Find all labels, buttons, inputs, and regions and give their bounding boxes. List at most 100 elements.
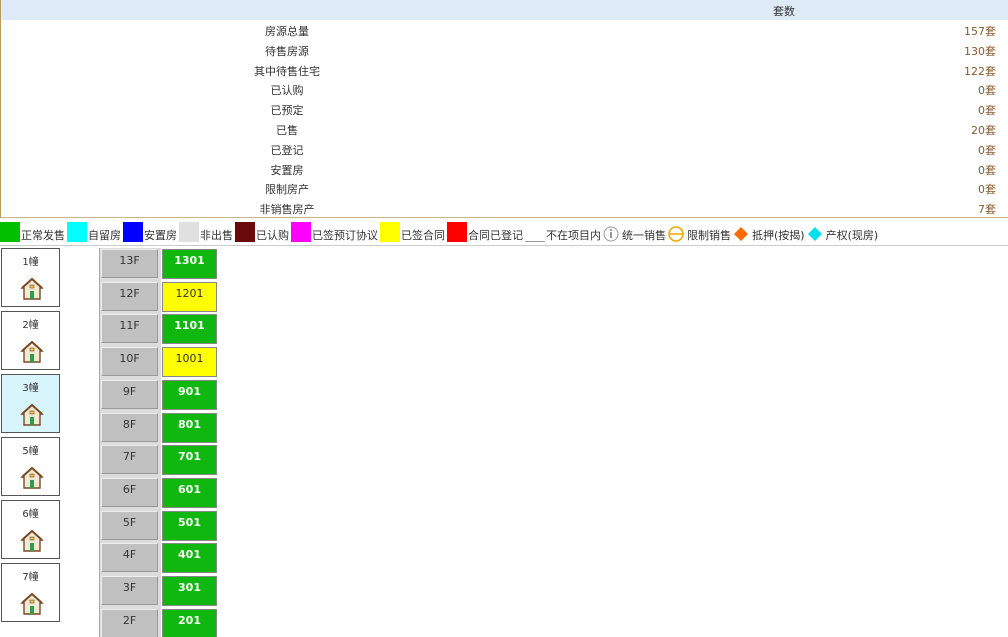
legend-label: 已签合同 [401, 229, 445, 242]
floor-label[interactable]: 10F [101, 347, 158, 377]
summary-row: 已售 20套 [1, 119, 1008, 139]
floor-row: 2F 201 [99, 608, 224, 637]
summary-row-label: 已登记 [270, 143, 304, 157]
house-icon [20, 277, 44, 301]
legend-label: 已认购 [256, 229, 289, 242]
unit-cell[interactable]: 501 [162, 510, 217, 541]
unit-cell[interactable]: 801 [162, 412, 217, 443]
floor-row: 11F 1101 [99, 313, 224, 346]
summary-header: 套数 [1, 0, 1008, 20]
legend-item: 合同已登记 [447, 222, 523, 242]
cyan-diamond-icon [807, 226, 823, 242]
legend-label: 安置房 [144, 229, 177, 242]
unit-cell[interactable]: 601 [162, 477, 217, 508]
unit-cell[interactable]: 201 [162, 608, 217, 637]
floor-label[interactable]: 7F [101, 445, 158, 475]
building-label: 3幢 [22, 383, 39, 394]
house-icon [20, 592, 44, 616]
unit-cell[interactable]: 301 [162, 576, 217, 606]
unit-cell[interactable]: 1201 [162, 281, 217, 312]
summary-row-label: 房源总量 [265, 25, 309, 38]
floor-label[interactable]: 8F [101, 412, 158, 442]
unit-cell[interactable]: 1101 [162, 314, 217, 345]
legend-swatch [291, 222, 311, 242]
building-button[interactable]: 6幢 [1, 500, 60, 559]
floor-row: 12F 1201 [99, 281, 224, 314]
legend-label: 已签预订协议 [312, 229, 378, 242]
orange-diamond-icon [733, 226, 749, 242]
legend-label: 非出售 [200, 229, 233, 242]
floor-label[interactable]: 12F [101, 281, 158, 311]
floor-row: 6F 601 [99, 477, 224, 510]
summary-row-label: 其中待售住宅 [254, 64, 320, 78]
summary-row-value: 130套 [964, 44, 996, 58]
summary-row-label: 已预定 [270, 104, 304, 118]
summary-row: 非销售房产 7套 [1, 198, 1008, 218]
unit-cell[interactable]: 701 [162, 445, 217, 476]
unit-cell[interactable]: 401 [162, 543, 217, 574]
summary-row-value: 7套 [978, 203, 996, 217]
floor-label[interactable]: 2F [101, 608, 158, 637]
unit-cell[interactable]: 901 [162, 379, 217, 410]
legend-swatch [0, 222, 20, 242]
summary-row: 安置房 0套 [1, 159, 1008, 179]
building-list: 1幢 2幢 3幢 5幢 6幢 7幢 [1, 248, 60, 626]
legend-item: 安置房 [123, 222, 177, 242]
legend-item: 正常发售 [0, 222, 65, 242]
building-label: 7幢 [22, 572, 39, 583]
legend-item: 不在项目内 [525, 222, 601, 242]
floor-label[interactable]: 4F [101, 543, 158, 573]
floor-label[interactable]: 13F [101, 249, 158, 278]
legend-swatch [123, 222, 143, 242]
building-button[interactable]: 5幢 [1, 437, 60, 496]
legend-item: 自留房 [67, 222, 121, 242]
summary-row-value: 0套 [978, 183, 996, 197]
summary-header-label: 套数 [773, 5, 795, 18]
legend-item: 限制销售 [668, 226, 731, 242]
summary-row-label: 已售 [276, 123, 298, 137]
summary-row-label: 安置房 [270, 163, 304, 177]
building-button[interactable]: 1幢 [1, 248, 60, 307]
summary-row-label: 非销售房产 [259, 203, 315, 217]
legend-label: 抵押(按揭) [752, 229, 805, 242]
legend-item: 已签预订协议 [291, 222, 378, 242]
floor-label[interactable]: 3F [101, 576, 158, 605]
status-legend: 正常发售 自留房 安置房 非出售 已认购 已签预订协议 已签合同 合同已登记 不在项目内 统一销售… [0, 218, 1008, 246]
floor-label[interactable]: 9F [101, 379, 158, 409]
summary-table: 套数 房源总量 157套 待售房源 130套 其中待售住宅 122套 已认购 0套 已预定 0套已… [0, 0, 1008, 218]
legend-swatch [380, 222, 400, 242]
floor-row: 9F 901 [99, 379, 224, 412]
building-label: 1幢 [22, 257, 39, 268]
summary-row: 其中待售住宅 122套 [1, 60, 1008, 80]
floor-label[interactable]: 6F [101, 477, 158, 507]
legend-item: 产权(现房) [807, 226, 878, 242]
legend-label: 正常发售 [21, 229, 65, 242]
legend-label: 不在项目内 [546, 229, 601, 242]
summary-row-value: 0套 [978, 84, 996, 98]
floor-row: 8F 801 [99, 412, 224, 445]
floor-label[interactable]: 11F [101, 314, 158, 344]
summary-row-label: 待售房源 [265, 44, 309, 58]
summary-row: 已预定 0套 [1, 99, 1008, 119]
floor-row: 4F 401 [99, 542, 224, 575]
summary-row-value: 20套 [971, 123, 996, 137]
legend-swatch [525, 222, 545, 242]
building-button[interactable]: 2幢 [1, 311, 60, 370]
floor-label[interactable]: 5F [101, 510, 158, 540]
floor-row: 7F 701 [99, 444, 224, 477]
unit-cell[interactable]: 1301 [162, 249, 217, 279]
legend-item: 统一销售 [603, 226, 666, 242]
legend-swatch [447, 222, 467, 242]
summary-row-value: 0套 [978, 104, 996, 118]
building-button[interactable]: 7幢 [1, 563, 60, 622]
building-button[interactable]: 3幢 [1, 374, 60, 433]
summary-row: 待售房源 130套 [1, 40, 1008, 60]
unit-cell[interactable]: 1001 [162, 347, 217, 378]
house-icon [20, 340, 44, 364]
building-label: 6幢 [22, 509, 39, 520]
floor-row: 10F 1001 [99, 346, 224, 379]
summary-row: 限制房产 0套 [1, 178, 1008, 198]
floor-row: 13F 1301 [99, 248, 224, 281]
legend-label: 统一销售 [622, 229, 666, 242]
summary-row-value: 122套 [964, 64, 996, 78]
